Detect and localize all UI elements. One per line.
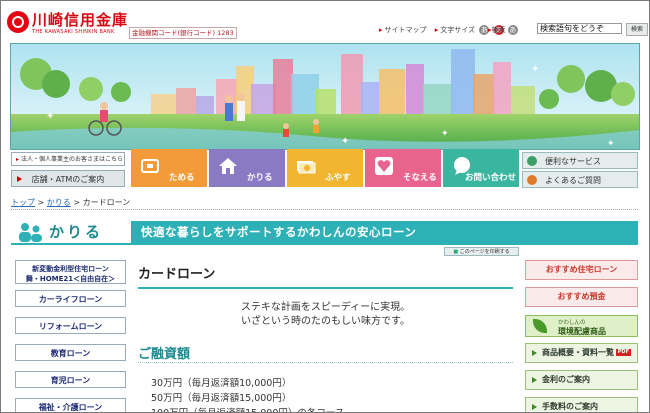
search-button[interactable]: 検索 (626, 23, 648, 36)
pdf-badge: PDF (615, 349, 631, 356)
sidebar-item-reform-loan[interactable]: リフォームローン (15, 317, 126, 334)
house-icon (219, 158, 237, 174)
divider (138, 362, 513, 363)
svg-text:✦: ✦ (607, 139, 615, 149)
bankbook-icon (141, 159, 159, 173)
svg-text:✦: ✦ (341, 136, 349, 147)
amount-item: 30万円（毎月返済額10,000円） (151, 378, 292, 389)
nav-sonaeru-button[interactable]: そなえる (365, 149, 441, 187)
bank-logo[interactable]: 川崎信用金庫 THE KAWASAKI SHINKIN BANK (7, 9, 129, 39)
divider (11, 243, 638, 245)
nav-kariru-label: かりる (247, 173, 273, 183)
intro-text: ステキな計画をスピーディーに実現。 いざという時のたのもしい味方です。 (240, 302, 411, 327)
sidebar-item-housing-loan[interactable]: 新変動金利型住宅ローン 舞・HOME21＜自由自在＞ (15, 260, 126, 284)
breadcrumb-top-link[interactable]: トップ (11, 198, 35, 207)
hero-banner-image: ✦ ✦ ✦ ✦ ✦ (10, 43, 640, 150)
breadcrumb: トップ > かりる > カードローン (11, 198, 131, 207)
font-size-label: 文字サイズ (440, 26, 476, 34)
divider (11, 209, 638, 210)
nav-contact-button[interactable]: お問い合わせ (443, 149, 519, 187)
services-icon (527, 156, 537, 166)
leaf-icon (533, 319, 547, 333)
sitemap-link[interactable]: サイトマップ (385, 26, 427, 34)
interest-rate-link[interactable]: 金利のご案内 (525, 370, 638, 390)
eco-label: 環境配慮商品 (558, 327, 606, 336)
sidebar-item-label: 舞・HOME21＜自由自在＞ (25, 275, 116, 283)
nav-tameru-button[interactable]: ためる (131, 149, 207, 187)
browser-viewport: 川崎信用金庫 THE KAWASAKI SHINKIN BANK 金融機関コード… (0, 0, 650, 413)
amount-item: 100万円（毎月返済額15,000円）の各コース (151, 405, 344, 412)
breadcrumb-current: カードローン (82, 198, 131, 207)
arrow-icon: ▸ (379, 26, 383, 34)
recommended-housing-loan-link[interactable]: おすすめ住宅ローン (525, 260, 638, 280)
heart-icon (375, 157, 393, 175)
nav-sonaeru-label: そなえる (403, 173, 437, 183)
logo-subtitle: THE KAWASAKI SHINKIN BANK (32, 29, 115, 35)
corporate-link[interactable]: ▸ 法人・個人事業主のお客さまはこちら (11, 152, 125, 166)
nav-fuyasu-button[interactable]: ふやす (287, 149, 363, 187)
store-atm-link[interactable]: 店舗・ATMのご案内 (11, 170, 125, 187)
sidebar-item-car-loan[interactable]: カーライフローン (15, 290, 126, 307)
eco-products-link[interactable]: かわしんの 環境配慮商品 (525, 315, 638, 337)
services-link[interactable]: 便利なサービス (522, 152, 638, 169)
eco-label-small: かわしんの (558, 320, 586, 326)
sidebar-item-education-loan[interactable]: 教育ローン (15, 344, 126, 361)
question-icon (527, 175, 537, 185)
svg-text:✦: ✦ (531, 64, 539, 75)
nav-tameru-label: ためる (169, 173, 195, 183)
font-size-large-button[interactable]: あ (507, 25, 518, 35)
product-docs-link[interactable]: 商品概要・資料一覧 PDF (525, 343, 638, 363)
section-title: かりる (49, 223, 104, 241)
svg-text:✦: ✦ (441, 129, 449, 139)
recommended-deposit-link[interactable]: おすすめ預金 (525, 287, 638, 307)
logo-name: 川崎信用金庫 (32, 11, 129, 29)
page-title: カードローン (138, 267, 216, 282)
money-icon (297, 161, 316, 174)
sidebar-item-childcare-loan[interactable]: 育児ローン (15, 371, 126, 388)
nav-contact-label: お問い合わせ (465, 173, 517, 183)
amount-heading: ご融資額 (138, 347, 191, 362)
bank-code-badge: 金融機関コード(銀行コード) 1283 (129, 27, 237, 39)
print-page-button[interactable]: ■ このページを印刷する (444, 247, 519, 256)
breadcrumb-kariru-link[interactable]: かりる (47, 198, 71, 207)
people-icon (19, 223, 42, 242)
sidebar-item-label: 新変動金利型住宅ローン (32, 265, 109, 273)
logo-mark-icon (7, 11, 29, 33)
arrow-icon: ▸ (434, 26, 439, 34)
amount-item: 50万円（毎月返済額15,000円） (151, 393, 292, 404)
search-label: ▸検索 (488, 26, 506, 34)
section-banner: 快適な暮らしをサポートするかわしんの安心ローン (131, 221, 638, 243)
divider (138, 287, 513, 289)
nav-kariru-button[interactable]: かりる (209, 149, 285, 187)
faq-link[interactable]: よくあるご質問 (522, 171, 638, 188)
fee-link[interactable]: 手数料のご案内 (525, 397, 638, 412)
nav-fuyasu-label: ふやす (325, 173, 351, 183)
svg-text:✦: ✦ (46, 111, 54, 122)
search-input[interactable]: 検索語句をどうぞ (537, 23, 622, 34)
city-illustration: ✦ ✦ ✦ ✦ ✦ (11, 44, 639, 149)
sidebar-item-welfare-loan[interactable]: 福祉・介護ローン (15, 398, 126, 412)
